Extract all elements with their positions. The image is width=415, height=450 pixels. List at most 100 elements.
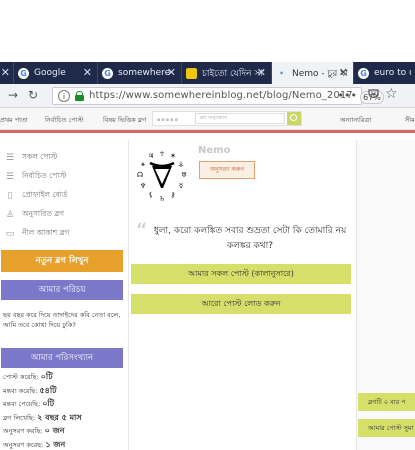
site-navigation: প্রথম পাতা নির্বাচিত পোস্ট বিষয় ভিত্তিক… bbox=[0, 108, 415, 130]
close-icon[interactable]: ✕ bbox=[83, 66, 92, 79]
svg-text:☿: ☿ bbox=[179, 182, 183, 190]
sidebar-item-profile-board[interactable]: ▯ প্রোফাইল বোর্ড bbox=[4, 186, 124, 205]
sidebar-menu: ☰ সকল পোস্ট ☰ নির্বাচিত পোস্ট ▯ প্রোফাইল… bbox=[4, 148, 124, 243]
my-posts-button[interactable]: আমার পোস্ট সুমা bbox=[358, 419, 415, 437]
sidebar-item-selected-posts[interactable]: ☰ নির্বাচিত পোস্ট bbox=[4, 167, 124, 186]
svg-text:⚷: ⚷ bbox=[170, 191, 175, 199]
svg-text:♆: ♆ bbox=[140, 182, 146, 190]
reload-icon[interactable]: ↻ bbox=[28, 88, 38, 102]
address-bar-row: → ↻ i https://www.somewhereinblog.net/bl… bbox=[0, 84, 415, 108]
close-icon[interactable]: ✕ bbox=[1, 66, 10, 79]
document-icon: ▭ bbox=[5, 228, 15, 239]
svg-text:⚹: ⚹ bbox=[141, 160, 146, 168]
stat-label: ব্লগ লিখেছি: bbox=[3, 413, 36, 422]
tab-label: চাইতো যেদিন সামু bbox=[202, 68, 264, 79]
about-text: ছয় বছর করে দিয়ে তাদাইদের কবি নেতা বলে,… bbox=[3, 311, 121, 329]
svg-text:✶: ✶ bbox=[170, 152, 176, 160]
page-actions-menu-icon[interactable]: ••• bbox=[338, 89, 357, 102]
document-icon: ▯ bbox=[7, 190, 13, 201]
stat-row: মন্তব্য পেয়েছি: ০টি bbox=[3, 398, 123, 412]
stat-label: পোস্ট করেছি: bbox=[3, 373, 39, 381]
stat-row: অনুসরণ করেছ: ১ জন bbox=[3, 439, 123, 450]
nav-topic-blogs[interactable]: বিষয় ভিত্তিক ব্লগ bbox=[103, 115, 146, 126]
about-heading: আমার পরিচয় bbox=[1, 280, 123, 300]
nav-home[interactable]: প্রথম পাতা bbox=[0, 115, 28, 126]
tab-nemo-active[interactable]: • Nemo - চুর যাবা ✕ bbox=[272, 62, 354, 84]
nav-others[interactable]: অন্যান্যরিত্রা bbox=[340, 115, 371, 126]
blog-favicon-icon bbox=[186, 67, 197, 79]
svg-text:⚸: ⚸ bbox=[148, 191, 153, 199]
stat-label: অনুসরণ করছি: bbox=[3, 427, 43, 435]
url-text[interactable]: https://www.somewhereinblog.net/blog/Nem… bbox=[89, 90, 353, 101]
all-posts-button[interactable]: আমার সকল পোস্ট (কালানুসারে) bbox=[131, 264, 351, 284]
svg-text:☊: ☊ bbox=[137, 171, 143, 179]
stat-value: ০টি bbox=[40, 372, 53, 381]
follow-button[interactable]: অনুসরণ করুন bbox=[199, 161, 255, 179]
stat-value: ১ জন bbox=[45, 439, 66, 449]
quote-mark-icon: “ bbox=[136, 220, 148, 245]
svg-text:♄: ♄ bbox=[159, 195, 165, 203]
nav-selected-posts[interactable]: নির্বাচিত পোস্ট bbox=[45, 115, 83, 126]
tab-label: euro to usd bbox=[374, 68, 411, 78]
stat-label: মন্তব্য পেয়েছি: bbox=[3, 400, 41, 408]
close-icon[interactable]: ✕ bbox=[339, 66, 348, 79]
close-icon[interactable]: ✕ bbox=[167, 66, 176, 79]
stats-heading: আমার পরিসংখ্যান bbox=[1, 348, 123, 368]
view-count-button[interactable]: ব্লগটি ০ বার প bbox=[358, 393, 415, 411]
sidebar-item-all-posts[interactable]: ☰ সকল পোস্ট bbox=[4, 148, 124, 167]
svg-text:⚶: ⚶ bbox=[178, 160, 184, 168]
google-favicon-icon: G bbox=[18, 67, 29, 79]
search-dots: ▪▪▪▪▪ bbox=[157, 117, 179, 123]
stats-list: পোস্ট করেছি: ০টি মন্তব্য করেছি: ৫৪টি মন্… bbox=[3, 371, 123, 450]
stat-label: মন্তব্য করেছি: bbox=[3, 386, 38, 395]
sidebar-item-blue-sky[interactable]: ▭ নীল আকাশ ব্লগ bbox=[4, 224, 124, 243]
close-icon[interactable]: ✕ bbox=[257, 66, 266, 79]
stat-row: ব্লগ লিখেছি: ২ বছর ৫ মাস bbox=[3, 412, 123, 426]
blog-logo-icon: ☥ ✶ ⚶ ♅ ☿ ⚷ ♄ ⚸ ♆ ☊ ⚹ ♃ bbox=[137, 150, 187, 203]
list-icon: ☰ bbox=[5, 152, 15, 163]
stat-value: ০ জন bbox=[44, 426, 65, 435]
browser-tab-strip: ✕ G Google ✕ G somewhere in... ✕ চাইতো য… bbox=[0, 62, 415, 84]
tab-somewhere-blog[interactable]: চাইতো যেদিন সামু ✕ bbox=[182, 62, 272, 84]
sidebar-item-label: সকল পোস্ট bbox=[22, 151, 58, 161]
google-favicon-icon: G bbox=[102, 67, 113, 79]
svg-text:☥: ☥ bbox=[159, 150, 164, 158]
load-more-button[interactable]: আরো পোস্ট লোড করুন bbox=[131, 294, 351, 314]
tab-euro-to-usd[interactable]: G euro to usd bbox=[354, 62, 415, 84]
tab-label: Google bbox=[34, 68, 66, 78]
stat-row: মন্তব্য করেছি: ৫৪টি bbox=[3, 385, 123, 399]
svg-text:♃: ♃ bbox=[148, 152, 154, 160]
sidebar-item-label: নির্বাচিত পোস্ট bbox=[22, 170, 67, 180]
sidebar-item-followed-blogs[interactable]: ♙ অনুসারিত ব্লগ bbox=[4, 205, 124, 224]
stat-row: অনুসরণ করছি: ০ জন bbox=[3, 425, 123, 439]
column-divider bbox=[128, 140, 129, 450]
svg-text:♅: ♅ bbox=[181, 171, 187, 179]
bookmark-star-icon[interactable]: ☆ bbox=[385, 86, 398, 102]
dot-favicon-icon: • bbox=[278, 68, 285, 78]
tab-google[interactable]: G Google ✕ bbox=[14, 62, 98, 84]
tab-label: somewhere in... bbox=[118, 68, 173, 78]
blank-area bbox=[0, 0, 415, 62]
stat-label: অনুসরণ করেছ: bbox=[3, 440, 44, 449]
stat-value: ৫৪টি bbox=[39, 385, 57, 395]
sidebar-item-label: প্রোফাইল বোর্ড bbox=[22, 189, 68, 199]
google-favicon-icon: G bbox=[358, 67, 369, 79]
header-divider bbox=[0, 130, 415, 133]
tab-partial-left[interactable]: ✕ bbox=[0, 62, 14, 84]
search-icon[interactable] bbox=[287, 112, 301, 125]
pocket-icon[interactable] bbox=[368, 88, 379, 102]
stat-value: ০টি bbox=[42, 399, 55, 408]
person-icon: ♙ bbox=[5, 209, 15, 220]
address-bar[interactable]: i https://www.somewhereinblog.net/blog/N… bbox=[52, 87, 384, 105]
new-blog-button[interactable]: নতুন ব্লগ লিখুন bbox=[1, 250, 123, 272]
nav-partial[interactable]: সীম bbox=[405, 115, 415, 126]
stat-value: ২ বছর ৫ মাস bbox=[37, 412, 82, 422]
lock-icon[interactable] bbox=[75, 91, 84, 101]
blog-tagline: ধুলা, করো কলঙ্কিত সবার শুভ্রতা সেটা কি ত… bbox=[153, 226, 347, 251]
forward-arrow-icon[interactable]: → bbox=[8, 88, 18, 102]
info-icon[interactable]: i bbox=[58, 90, 70, 102]
search-input[interactable]: ব্লগ অনুসন্ধান bbox=[195, 113, 285, 124]
tab-somewhere-in[interactable]: G somewhere in... ✕ bbox=[98, 62, 182, 84]
sidebar-item-label: নীল আকাশ ব্লগ bbox=[22, 227, 70, 237]
blog-name[interactable]: Nemo bbox=[198, 145, 230, 156]
